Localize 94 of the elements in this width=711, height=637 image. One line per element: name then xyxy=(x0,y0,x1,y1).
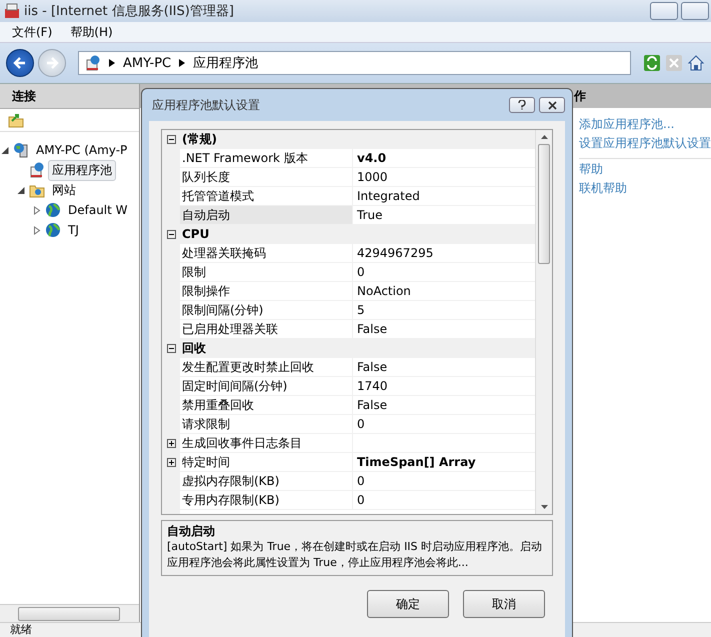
property-name[interactable]: 已启用处理器关联 xyxy=(180,320,353,338)
maximize-button[interactable] xyxy=(681,2,709,20)
scroll-up-icon[interactable] xyxy=(540,135,548,139)
category-label: 回收 xyxy=(181,340,206,356)
app-pool-icon xyxy=(85,55,101,71)
pane-header: 作 xyxy=(574,88,586,104)
property-value[interactable]: 4294967295 xyxy=(353,246,434,260)
status-text: 就绪 xyxy=(10,623,32,636)
window-title: iis - [Internet 信息服务(IIS)管理器] xyxy=(24,3,234,20)
property-value[interactable]: Integrated xyxy=(353,189,420,203)
tree-item[interactable]: AMY-PC (Amy-P xyxy=(32,141,132,159)
scroll-thumb[interactable] xyxy=(538,144,550,264)
expand-icon[interactable] xyxy=(166,458,176,466)
category-label: CPU xyxy=(181,227,210,241)
property-value[interactable]: False xyxy=(353,322,388,336)
server-globe-icon xyxy=(13,142,29,158)
collapse-arrow-icon[interactable] xyxy=(0,146,10,154)
menu-item[interactable]: 帮助(H) xyxy=(70,24,113,40)
property-name[interactable]: .NET Framework 版本 xyxy=(180,149,353,167)
globe-icon xyxy=(45,222,61,238)
tree-item[interactable]: 网站 xyxy=(48,180,80,200)
breadcrumb-arrow-icon[interactable] xyxy=(179,59,186,67)
property-value[interactable]: 1740 xyxy=(353,379,388,393)
property-name[interactable]: 托管管道模式 xyxy=(180,187,353,205)
property-value[interactable]: 1000 xyxy=(353,170,388,184)
connect-folder-icon[interactable] xyxy=(8,112,24,128)
expand-icon[interactable] xyxy=(166,438,176,448)
property-name[interactable]: 固定时间间隔(分钟) xyxy=(180,377,353,395)
property-name[interactable]: 生成回收事件日志条目 xyxy=(180,434,353,452)
menu-item[interactable]: 文件(F) xyxy=(12,24,52,40)
description-text: [autoStart] 如果为 True，将在创建时或在启动 IIS 时启动应用程序池。启动应用程序池会将此属性设置为 True，停止应用程序池会将此... xyxy=(167,539,544,571)
property-value[interactable]: 0 xyxy=(353,417,365,431)
vertical-scrollbar[interactable] xyxy=(535,130,552,514)
category-label: (常规) xyxy=(181,130,217,148)
breadcrumb[interactable]: AMY-PC xyxy=(123,56,172,70)
collapse-icon[interactable] xyxy=(166,344,176,352)
property-value[interactable]: v4.0 xyxy=(353,151,386,165)
property-name[interactable]: 虚拟内存限制(KB) xyxy=(180,472,353,490)
property-name[interactable]: 自动启动 xyxy=(180,206,353,224)
address-bar[interactable]: AMY-PC 应用程序池 xyxy=(78,51,631,75)
action-link[interactable]: 帮助 xyxy=(579,161,711,178)
arrow-right-icon xyxy=(45,56,59,70)
home-icon[interactable] xyxy=(687,54,705,72)
collapse-arrow-icon[interactable] xyxy=(16,186,26,194)
property-name[interactable]: 请求限制 xyxy=(180,415,353,433)
property-name[interactable]: 特定时间 xyxy=(180,453,353,471)
property-name[interactable]: 队列长度 xyxy=(180,168,353,186)
property-name[interactable]: 处理器关联掩码 xyxy=(180,244,353,262)
property-value[interactable]: 0 xyxy=(353,493,365,507)
tree-item[interactable]: TJ xyxy=(64,221,83,239)
pane-header: 连接 xyxy=(0,84,139,109)
property-value[interactable]: 0 xyxy=(353,265,365,279)
property-value[interactable]: NoAction xyxy=(353,284,411,298)
breadcrumb[interactable]: 应用程序池 xyxy=(193,54,258,72)
question-mark-icon xyxy=(518,100,526,110)
action-link[interactable]: 设置应用程序池默认设置 xyxy=(579,135,711,152)
arrow-left-icon xyxy=(13,56,27,70)
scroll-down-icon[interactable] xyxy=(540,505,548,509)
property-name[interactable]: 限制间隔(分钟) xyxy=(180,301,353,319)
property-name[interactable]: 发生配置更改时禁止回收 xyxy=(180,358,353,376)
close-button[interactable] xyxy=(539,97,565,113)
dialog-title: 应用程序池默认设置 xyxy=(152,96,260,114)
action-link[interactable]: 联机帮助 xyxy=(579,180,711,197)
back-button[interactable] xyxy=(6,49,34,77)
dialog-button[interactable]: 取消 xyxy=(463,590,545,618)
property-value[interactable]: False xyxy=(353,398,388,412)
horizontal-scrollbar[interactable] xyxy=(0,604,139,622)
tree-item[interactable]: Default W xyxy=(64,201,132,219)
property-value[interactable]: 5 xyxy=(353,303,365,317)
refresh-icon[interactable] xyxy=(643,54,661,72)
minimize-button[interactable] xyxy=(650,2,678,20)
property-name[interactable]: 专用内存限制(KB) xyxy=(180,491,353,509)
tree-item[interactable]: 应用程序池 xyxy=(48,160,116,180)
property-value[interactable]: False xyxy=(353,360,388,374)
collapse-icon[interactable] xyxy=(166,230,176,238)
help-button[interactable] xyxy=(509,97,535,113)
property-value[interactable]: 0 xyxy=(353,474,365,488)
description-title: 自动启动 xyxy=(167,523,216,539)
globe-icon xyxy=(45,202,61,218)
property-name[interactable]: 限制操作 xyxy=(180,282,353,300)
property-value[interactable]: TimeSpan[] Array xyxy=(353,455,476,469)
property-name[interactable]: 限制 xyxy=(180,263,353,281)
property-name[interactable]: 禁用重叠回收 xyxy=(180,396,353,414)
breadcrumb-arrow-icon[interactable] xyxy=(109,59,115,67)
dialog-button[interactable]: 确定 xyxy=(367,590,449,618)
property-value[interactable]: True xyxy=(353,208,382,222)
action-link[interactable]: 添加应用程序池... xyxy=(579,116,711,133)
expand-arrow-icon[interactable] xyxy=(32,226,42,234)
app-pool-icon xyxy=(29,162,45,178)
expand-arrow-icon[interactable] xyxy=(32,206,42,214)
scroll-thumb[interactable] xyxy=(18,606,120,620)
collapse-icon[interactable] xyxy=(166,134,176,144)
app-icon xyxy=(4,3,20,19)
close-icon xyxy=(548,100,556,110)
